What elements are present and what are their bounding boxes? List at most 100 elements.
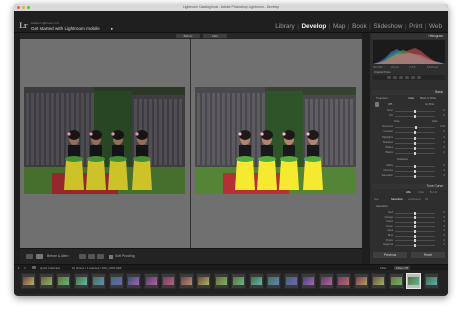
slider-track[interactable]: [395, 225, 435, 229]
slider-vibrance[interactable]: Vibrance 0: [373, 169, 445, 173]
hsl-slider-green[interactable]: Green 0: [373, 225, 445, 229]
slider-blacks[interactable]: Blacks 0: [373, 151, 445, 155]
slider-track[interactable]: [395, 243, 435, 247]
slider-value[interactable]: 0: [436, 109, 445, 112]
slider-track[interactable]: [395, 169, 435, 173]
filmstrip-thumbnail[interactable]: [266, 273, 281, 289]
module-book[interactable]: Book: [351, 23, 368, 30]
slider-whites[interactable]: Whites 0: [373, 146, 445, 150]
slider-track[interactable]: [395, 229, 435, 233]
module-web[interactable]: Web: [428, 23, 443, 30]
slider-handle[interactable]: [414, 164, 416, 168]
hsl-subtab-saturation[interactable]: Saturation: [391, 198, 403, 201]
before-after-view-icon[interactable]: [36, 254, 43, 259]
slider-track[interactable]: [395, 125, 435, 129]
red-eye-tool-icon[interactable]: [399, 76, 403, 79]
hsl-slider-yellow[interactable]: Yellow 0: [373, 220, 445, 224]
slider-handle[interactable]: [414, 234, 416, 238]
slider-handle[interactable]: [414, 136, 416, 140]
filmstrip-thumbnail[interactable]: [301, 273, 316, 289]
previous-button[interactable]: Previous: [373, 252, 407, 258]
loupe-view-icon[interactable]: [26, 254, 33, 259]
filmstrip-thumbnail[interactable]: [213, 273, 229, 289]
reset-button[interactable]: Reset: [411, 252, 445, 258]
slider-value[interactable]: 0: [436, 220, 445, 223]
get-started-mobile-link[interactable]: Get started with Lightroom mobile: [31, 26, 100, 31]
slider-value[interactable]: 0: [436, 243, 445, 246]
slider-value[interactable]: 0: [436, 229, 445, 232]
filmstrip-thumbnail[interactable]: [371, 273, 386, 289]
hsl-subtab-hue[interactable]: Hue: [374, 198, 379, 201]
slider-track[interactable]: [395, 239, 435, 243]
filmstrip-thumbnail[interactable]: [406, 273, 421, 289]
graduated-filter-icon[interactable]: [405, 76, 409, 79]
soft-proofing-checkbox[interactable]: [109, 254, 113, 259]
slider-handle[interactable]: [414, 169, 416, 173]
hsl-slider-magenta[interactable]: Magenta 0: [373, 243, 445, 247]
hsl-subtab-all[interactable]: All: [425, 198, 428, 201]
histogram-header[interactable]: Histogram: [372, 34, 446, 39]
slider-value[interactable]: 0: [436, 239, 445, 242]
slider-value[interactable]: 0: [436, 151, 445, 154]
swap-views-icon[interactable]: [97, 254, 104, 259]
hsl-slider-purple[interactable]: Purple 0: [373, 239, 445, 243]
slider-track[interactable]: [395, 130, 435, 134]
hsl-slider-aqua[interactable]: Aqua 0: [373, 229, 445, 233]
slider-value[interactable]: 0: [436, 130, 445, 133]
slider-handle[interactable]: [414, 211, 416, 215]
slider-track[interactable]: [395, 141, 435, 145]
hsl-subtab-luminance[interactable]: Luminance: [408, 198, 421, 201]
slider-highlights[interactable]: Highlights 0: [373, 136, 445, 140]
right-panel-edge[interactable]: [362, 33, 370, 264]
filmstrip-thumbnail[interactable]: [143, 273, 159, 289]
filmstrip-thumbnail[interactable]: [178, 273, 194, 289]
module-map[interactable]: Map: [332, 23, 346, 30]
white-balance-eyedropper-icon[interactable]: [375, 102, 379, 107]
filmstrip-thumbnail[interactable]: [318, 273, 334, 289]
slider-value[interactable]: 0: [436, 141, 445, 144]
slider-handle[interactable]: [414, 216, 416, 220]
filmstrip-thumbnail[interactable]: [283, 273, 299, 289]
filmstrip-thumbnail[interactable]: [38, 273, 54, 289]
slider-track[interactable]: [395, 151, 435, 155]
slider-handle[interactable]: [414, 174, 416, 178]
after-view[interactable]: [191, 39, 362, 248]
crop-tool-icon[interactable]: [387, 76, 391, 79]
hsl-tab-bw[interactable]: B & W: [430, 191, 437, 194]
filmstrip-thumbnail[interactable]: [21, 273, 36, 289]
hsl-slider-blue[interactable]: Blue 0: [373, 234, 445, 238]
filter-select[interactable]: Filters Off: [394, 265, 411, 270]
filmstrip-thumbnail[interactable]: [91, 273, 106, 289]
slider-handle[interactable]: [414, 243, 416, 247]
module-print[interactable]: Print: [408, 23, 423, 30]
slider-handle[interactable]: [414, 130, 416, 134]
basic-panel-header[interactable]: Basic: [372, 90, 446, 95]
slider-track[interactable]: [395, 114, 435, 118]
slider-track[interactable]: [395, 174, 435, 178]
radial-filter-icon[interactable]: [411, 76, 415, 79]
slider-tint[interactable]: Tint 0: [373, 114, 445, 118]
filmstrip-thumbnail[interactable]: [423, 273, 439, 289]
filmstrip-thumbnail[interactable]: [108, 273, 124, 289]
slider-value[interactable]: 0: [436, 114, 445, 117]
slider-contrast[interactable]: Contrast 0: [373, 130, 445, 134]
slider-handle[interactable]: [414, 220, 416, 224]
filmstrip-thumbnail[interactable]: [388, 273, 404, 289]
slider-handle[interactable]: [414, 151, 416, 155]
slider-track[interactable]: [395, 109, 435, 113]
slider-value[interactable]: 0: [436, 234, 445, 237]
slider-handle[interactable]: [414, 225, 416, 229]
hsl-tab-color[interactable]: Color: [418, 191, 424, 194]
slider-saturation[interactable]: Saturation 0: [373, 174, 445, 178]
filmstrip-thumbnail[interactable]: [248, 273, 264, 289]
grid-view-icon[interactable]: [32, 266, 36, 269]
module-develop[interactable]: Develop: [300, 23, 327, 30]
treatment-bw-option[interactable]: Black & White: [420, 97, 436, 100]
slider-value[interactable]: 0: [436, 174, 445, 177]
slider-value[interactable]: 0.00: [436, 125, 445, 128]
slider-track[interactable]: [395, 220, 435, 224]
slider-track[interactable]: [395, 146, 435, 150]
hsl-slider-red[interactable]: Red 0: [373, 211, 445, 215]
hsl-slider-orange[interactable]: Orange 0: [373, 216, 445, 220]
slider-track[interactable]: [395, 216, 435, 220]
